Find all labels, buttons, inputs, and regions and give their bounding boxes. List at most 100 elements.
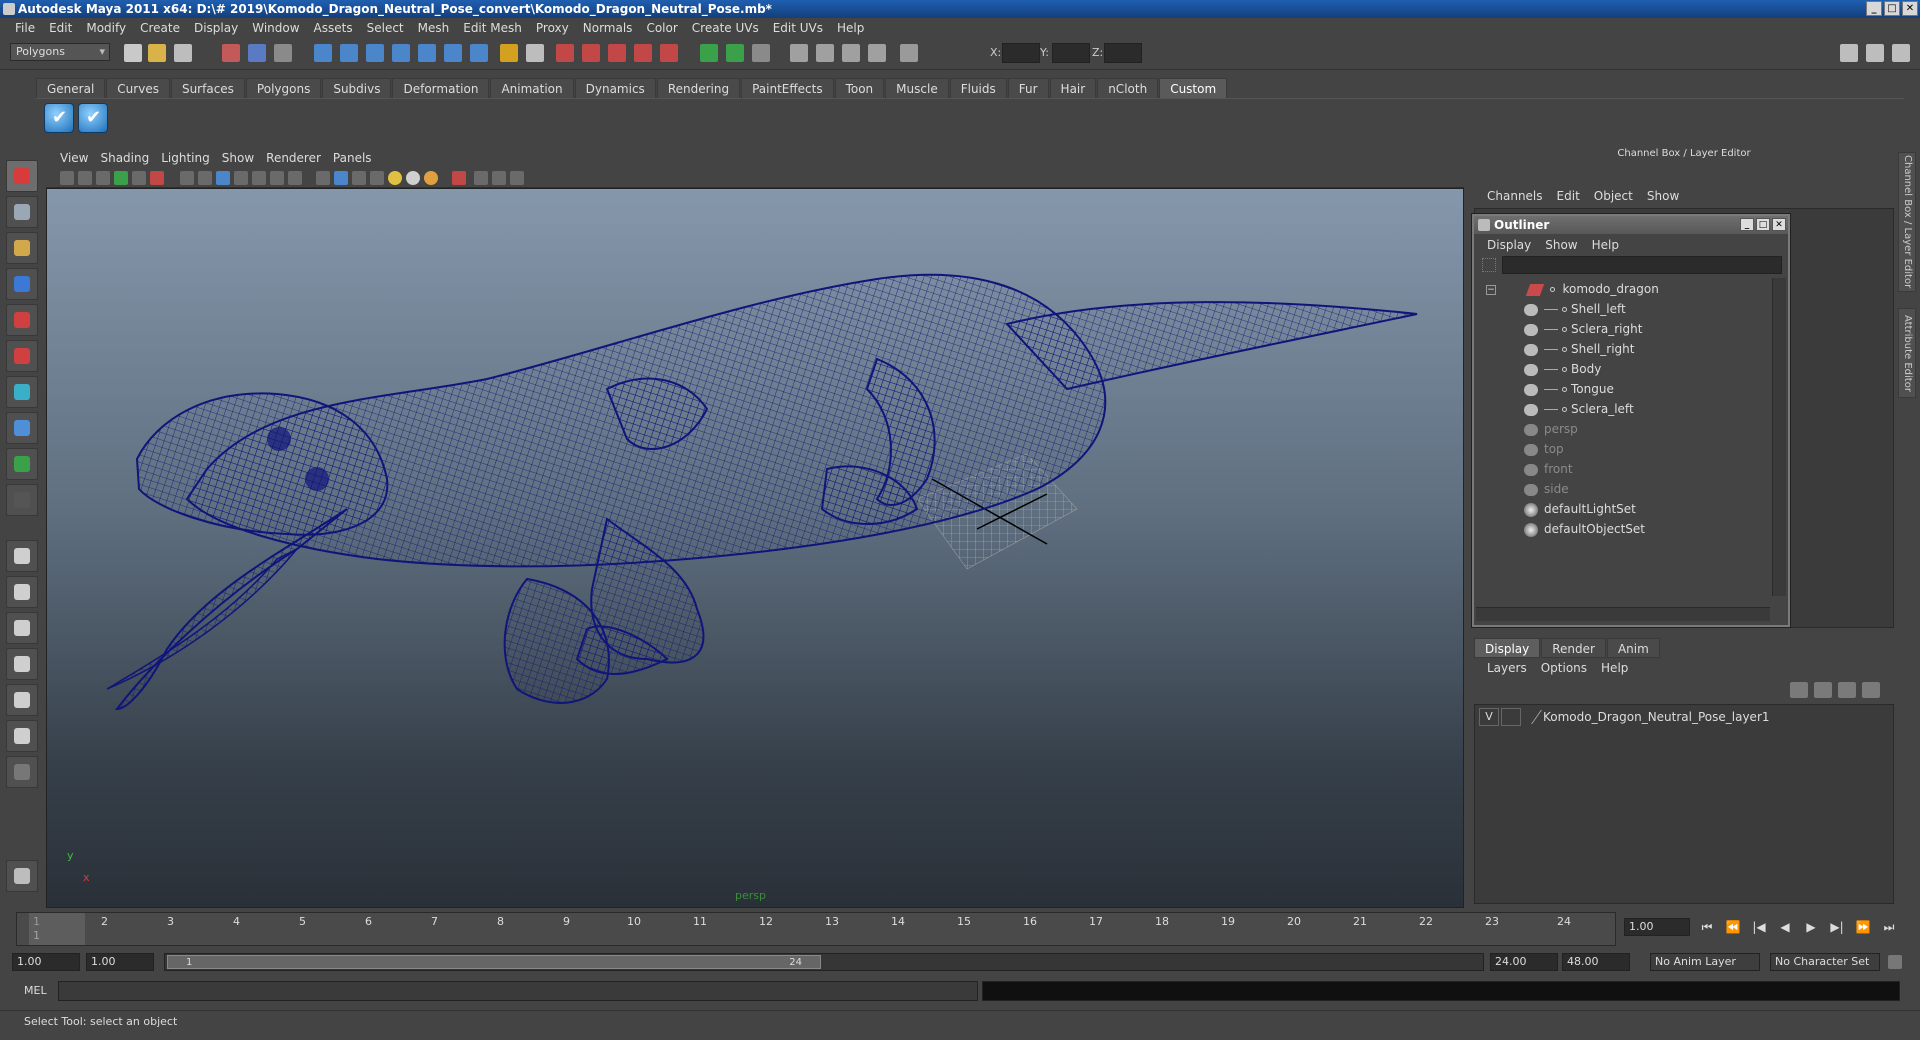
step-back-key-button[interactable]: ⏪ (1722, 918, 1744, 936)
current-time-marker[interactable]: 1 (29, 913, 85, 945)
character-set-dropdown[interactable]: No Character Set (1770, 953, 1880, 971)
playback-start-field[interactable]: 1.00 (86, 953, 154, 971)
custom-shelf-check-icon-1[interactable] (44, 103, 74, 133)
shelf-tab-polygons[interactable]: Polygons (245, 78, 322, 98)
input-ops-icon[interactable] (526, 44, 544, 62)
range-slider-thumb[interactable]: 1 24 (167, 955, 821, 969)
show-manipulator-tool[interactable] (6, 448, 38, 480)
outliner-item-persp[interactable]: persp (1524, 420, 1578, 438)
cube-icon[interactable] (334, 171, 348, 185)
text-t-icon[interactable] (288, 171, 302, 185)
play-backwards-button[interactable]: ◀ (1774, 918, 1796, 936)
last-tool[interactable] (6, 484, 38, 516)
shelf-tab-rendering[interactable]: Rendering (656, 78, 741, 98)
snap-curve-icon[interactable] (340, 44, 358, 62)
shelf-tab-subdivs[interactable]: Subdivs (322, 78, 392, 98)
all-lights-icon[interactable] (424, 171, 438, 185)
default-light-icon[interactable] (406, 171, 420, 185)
save-scene-icon[interactable] (174, 44, 192, 62)
rotate-tool[interactable] (6, 304, 38, 336)
shelf-tab-animation[interactable]: Animation (490, 78, 574, 98)
panel-layout-icon[interactable] (492, 171, 506, 185)
layer-menu-options[interactable]: Options (1534, 661, 1594, 675)
viewport-menu-panels[interactable]: Panels (327, 151, 378, 165)
menu-create-uvs[interactable]: Create UVs (685, 18, 766, 38)
persp-graph-layout[interactable] (6, 648, 38, 680)
paint-select-tool[interactable] (6, 232, 38, 264)
lasso-tool[interactable] (6, 196, 38, 228)
layer-menu-help[interactable]: Help (1594, 661, 1635, 675)
outliner-item-sclera-left[interactable]: Sclera_left (1524, 400, 1634, 418)
channel-box-toggle-icon[interactable] (1892, 44, 1910, 62)
outliner-title-bar[interactable]: Outliner _ □ ✕ (1474, 216, 1788, 234)
scale-tool[interactable] (6, 340, 38, 372)
maximize-button[interactable]: □ (1884, 1, 1900, 16)
resolution-gate-icon[interactable] (452, 171, 466, 185)
menu-color[interactable]: Color (639, 18, 684, 38)
layer-row[interactable]: V Komodo_Dragon_Neutral_Pose_layer1 (1479, 707, 1889, 727)
x-field[interactable] (1002, 43, 1040, 63)
outliner-item-default-object-set[interactable]: defaultObjectSet (1524, 520, 1645, 538)
hud-icon[interactable] (474, 171, 488, 185)
menu-normals[interactable]: Normals (576, 18, 640, 38)
mel-input[interactable] (58, 981, 978, 1001)
shelf-tab-hair[interactable]: Hair (1049, 78, 1097, 98)
shelf-tab-custom[interactable]: Custom (1159, 78, 1228, 98)
shelf-tab-fluids[interactable]: Fluids (949, 78, 1007, 98)
menu-display[interactable]: Display (187, 18, 245, 38)
outliner-horizontal-scrollbar[interactable] (1476, 607, 1770, 621)
animation-end-field[interactable]: 48.00 (1562, 953, 1630, 971)
outliner-vertical-scrollbar[interactable] (1772, 278, 1786, 596)
shelf-tab-toon[interactable]: Toon (834, 78, 885, 98)
shelf-tab-general[interactable]: General (36, 78, 106, 98)
outliner-item-default-light-set[interactable]: defaultLightSet (1524, 500, 1636, 518)
vtab-channel-box[interactable]: Channel Box / Layer Editor (1898, 152, 1916, 292)
y-field[interactable] (1052, 43, 1090, 63)
batch-render-icon[interactable] (726, 44, 744, 62)
channel-menu-channels[interactable]: Channels (1480, 189, 1550, 203)
step-back-frame-button[interactable]: |◀ (1748, 918, 1770, 936)
layout-list[interactable] (6, 756, 38, 788)
move-layer-down-icon[interactable] (1814, 682, 1832, 698)
viewport-menu-shading[interactable]: Shading (94, 151, 155, 165)
light-icon[interactable] (388, 171, 402, 185)
new-layer-selected-icon[interactable] (1862, 682, 1880, 698)
transform-field-icon[interactable] (900, 44, 918, 62)
go-to-end-button[interactable]: ⏭ (1878, 918, 1900, 936)
bookmark-icon[interactable] (96, 171, 110, 185)
outliner-item-tongue[interactable]: Tongue (1524, 380, 1614, 398)
menu-assets[interactable]: Assets (307, 18, 360, 38)
shelf-tab-muscle[interactable]: Muscle (885, 78, 949, 98)
snap-grid-icon[interactable] (314, 44, 332, 62)
shelf-tab-dynamics[interactable]: Dynamics (574, 78, 656, 98)
help-icon[interactable] (470, 44, 488, 62)
wire-cube-icon[interactable] (352, 171, 366, 185)
menu-create[interactable]: Create (133, 18, 187, 38)
isolate-icon[interactable] (316, 171, 330, 185)
shelf-tab-ncloth[interactable]: nCloth (1097, 78, 1159, 98)
hypershade-icon[interactable] (634, 44, 652, 62)
render-settings-icon[interactable] (608, 44, 626, 62)
film-icon[interactable] (816, 44, 834, 62)
share-icon[interactable] (510, 171, 524, 185)
select-hierarchy-icon[interactable] (222, 44, 240, 62)
snap-live-icon[interactable] (418, 44, 436, 62)
menu-edit-uvs[interactable]: Edit UVs (766, 18, 830, 38)
attribute-editor-toggle-icon[interactable] (1840, 44, 1858, 62)
wireframe-icon[interactable] (180, 171, 194, 185)
step-forward-frame-button[interactable]: ▶| (1826, 918, 1848, 936)
render-icon[interactable] (700, 44, 718, 62)
minimize-button[interactable]: _ (1866, 1, 1882, 16)
shelf-tab-painteffects[interactable]: PaintEffects (741, 78, 834, 98)
single-perspective-layout[interactable] (6, 540, 38, 572)
quick-help-tool[interactable] (6, 860, 38, 892)
vtab-attribute-editor[interactable]: Attribute Editor (1898, 308, 1916, 398)
layer-tab-render[interactable]: Render (1541, 638, 1606, 658)
select-tool[interactable] (6, 160, 38, 192)
outliner-item-top[interactable]: top (1524, 440, 1564, 458)
z-field[interactable] (1104, 43, 1142, 63)
camera-icon[interactable] (790, 44, 808, 62)
go-to-start-button[interactable]: ⏮ (1696, 918, 1718, 936)
layer-menu-layers[interactable]: Layers (1480, 661, 1534, 675)
step-forward-key-button[interactable]: ⏩ (1852, 918, 1874, 936)
